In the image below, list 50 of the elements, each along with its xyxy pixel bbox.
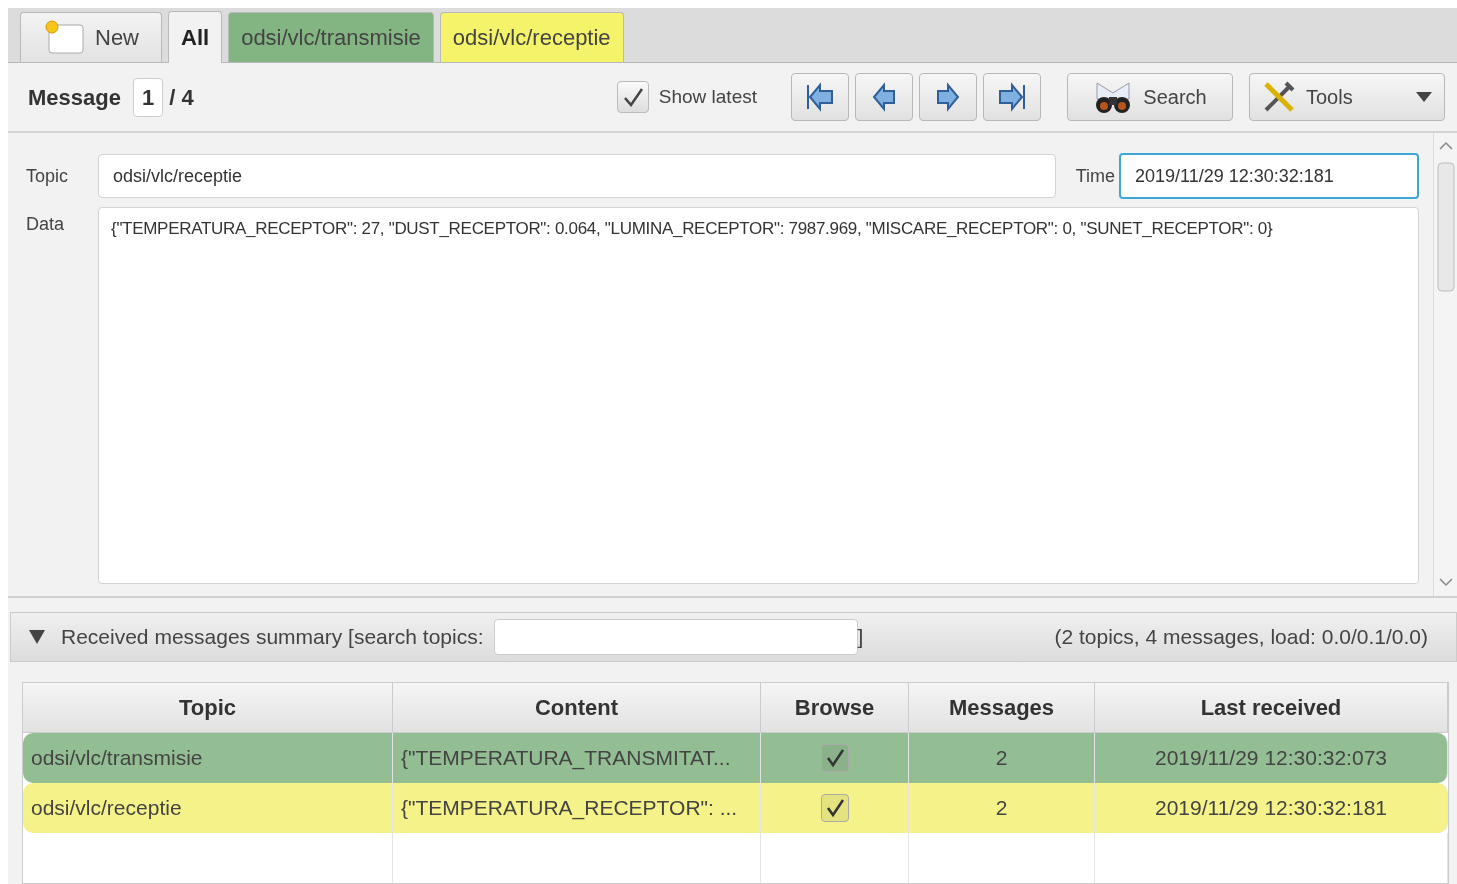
search-button[interactable]: Search <box>1067 73 1233 122</box>
previous-button[interactable] <box>855 73 913 122</box>
time-field[interactable]: 2019/11/29 12:30:32:181 <box>1119 153 1419 200</box>
new-document-icon <box>43 19 85 56</box>
column-header[interactable]: Last received <box>1095 683 1448 733</box>
data-field[interactable]: {"TEMPERATURA_RECEPTOR": 27, "DUST_RECEPTOR": 0.064, "LUMINA_RECEPTOR": 7987.969, "MISCARE_RECEPTOR": 0, "SUNET_RECEPTOR": 0} <box>98 207 1419 585</box>
summary-stats: (2 topics, 4 messages, load: 0.0/0.1/0.0) <box>1054 624 1428 651</box>
topic-field[interactable]: odsi/vlc/receptie <box>98 154 1056 199</box>
tab[interactable]: odsi/vlc/receptie <box>439 11 624 62</box>
topic-cell: odsi/vlc/receptie <box>23 783 393 833</box>
bracket-text: ] <box>857 624 864 651</box>
messages-cell: 2 <box>909 783 1095 833</box>
show-latest-label: Show latest <box>658 84 757 109</box>
last-received-cell: 2019/11/29 12:30:32:073 <box>1095 733 1448 783</box>
last-arrow-icon <box>996 81 1028 114</box>
topic-cell: odsi/vlc/transmisie <box>23 733 393 783</box>
tab[interactable]: All <box>168 10 223 63</box>
caret-icon <box>1416 92 1432 103</box>
collapse-triangle-icon[interactable] <box>29 630 45 645</box>
column-header[interactable]: Content <box>393 683 761 733</box>
data-text: {"TEMPERATURA_RECEPTOR": 27, "DUST_RECEPTOR": 0.064, "LUMINA_RECEPTOR": 7987.969, "MISCARE_RECEPTOR": 0, "SUNET_RECEPTOR": 0} <box>111 218 1273 241</box>
last-button[interactable] <box>983 73 1041 122</box>
tab[interactable]: odsi/vlc/transmisie <box>228 11 434 62</box>
first-arrow-icon <box>804 81 836 114</box>
new-tab-button[interactable]: New <box>20 11 162 62</box>
topic-search-field[interactable] <box>493 619 858 656</box>
messages-cell: 2 <box>909 733 1095 783</box>
column-header[interactable]: Messages <box>909 683 1095 733</box>
scrollbar[interactable] <box>1433 133 1457 597</box>
checkmark-icon <box>824 798 845 818</box>
next-button[interactable] <box>919 73 977 122</box>
content-cell: {"TEMPERATURA_TRANSMITAT... <box>393 733 761 783</box>
checkmark-icon <box>824 748 845 768</box>
summary-title: Received messages summary [search topics: <box>61 624 484 651</box>
checkmark-icon <box>621 86 644 109</box>
time-label: Time <box>1075 164 1115 188</box>
first-button[interactable] <box>791 73 849 122</box>
browse-checkbox[interactable] <box>820 744 849 772</box>
tools-button[interactable]: Tools <box>1249 73 1445 122</box>
message-label: Message <box>28 83 121 112</box>
column-header[interactable]: Topic <box>23 683 393 733</box>
content-cell: {"TEMPERATURA_RECEPTOR": ... <box>393 783 761 833</box>
message-index-field[interactable]: 1 <box>132 77 164 117</box>
show-latest-checkbox[interactable] <box>616 81 649 114</box>
topic-label: Topic <box>26 164 70 188</box>
last-received-cell: 2019/11/29 12:30:32:181 <box>1095 783 1448 833</box>
data-label: Data <box>26 213 66 237</box>
column-header[interactable]: Browse <box>761 683 909 733</box>
browse-checkbox[interactable] <box>820 794 849 822</box>
message-total: / 4 <box>169 83 194 112</box>
